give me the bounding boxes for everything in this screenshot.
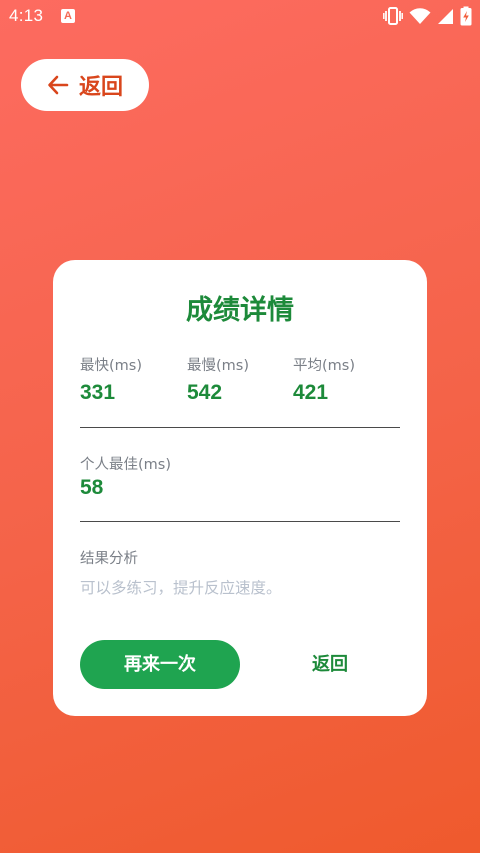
- analysis-heading: 结果分析: [80, 551, 138, 567]
- result-analysis: 结果分析 可以多练习，提升反应速度。: [80, 547, 282, 598]
- retry-button[interactable]: 再来一次: [80, 640, 240, 689]
- stat-slowest: 最慢(ms) 542: [187, 354, 249, 405]
- wifi-icon: [409, 7, 431, 25]
- status-time: 4:13: [9, 6, 44, 25]
- arrow-left-icon: [47, 74, 69, 96]
- result-card: 成绩详情 最快(ms) 331 最慢(ms) 542 平均(ms) 421 个人…: [53, 260, 427, 716]
- back-button[interactable]: 返回: [21, 59, 149, 111]
- stat-fastest: 最快(ms) 331: [80, 354, 142, 405]
- card-title: 成绩详情: [186, 295, 294, 326]
- personal-best-label: 个人最佳(ms): [80, 457, 171, 473]
- personal-best: 个人最佳(ms) 58: [80, 453, 171, 500]
- stat-slowest-label: 最慢(ms): [187, 358, 249, 374]
- status-icons: [383, 6, 472, 26]
- battery-charging-icon: [460, 6, 472, 26]
- notification-a-icon: A: [61, 9, 75, 23]
- stat-average-value: 421: [293, 381, 329, 404]
- status-bar: 4:13 A: [0, 0, 480, 34]
- divider: [80, 427, 400, 428]
- back-button-label: 返回: [78, 75, 123, 100]
- personal-best-value: 58: [80, 476, 104, 499]
- cell-signal-icon: [437, 8, 454, 25]
- stat-average-label: 平均(ms): [293, 358, 355, 374]
- stat-slowest-value: 542: [187, 381, 223, 404]
- stat-fastest-value: 331: [80, 381, 116, 404]
- stat-fastest-label: 最快(ms): [80, 358, 142, 374]
- vibrate-icon: [383, 7, 403, 25]
- stat-average: 平均(ms) 421: [293, 354, 355, 405]
- divider: [80, 521, 400, 522]
- return-button[interactable]: 返回: [280, 640, 380, 689]
- analysis-text: 可以多练习，提升反应速度。: [80, 579, 282, 597]
